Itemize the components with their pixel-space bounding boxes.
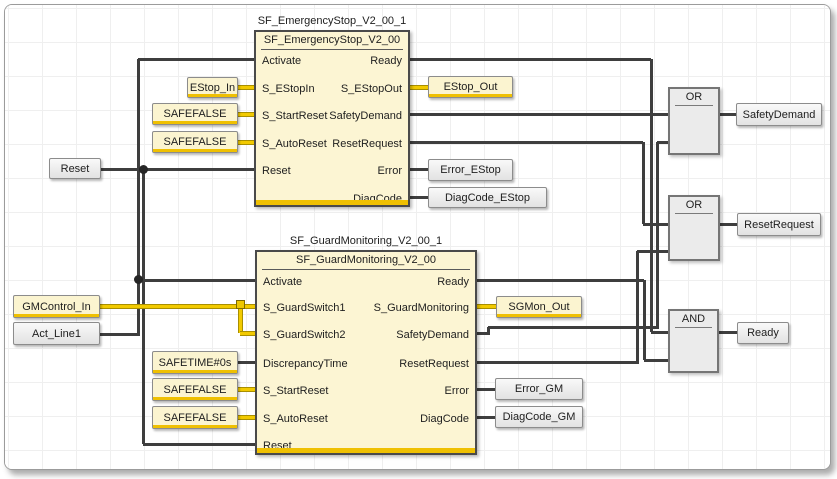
input-pin-activate[interactable]: Activate (263, 275, 302, 289)
logic-block-label: OR (675, 198, 713, 214)
junction-dot-activate (134, 275, 143, 284)
variable-box-sgmon-out[interactable]: SGMon_Out (496, 296, 582, 318)
function-block-guard-monitoring[interactable]: SF_GuardMonitoring_V2_00 Activate S_Guar… (255, 250, 477, 455)
wire-error2-stub (477, 388, 495, 391)
wire-autoreset2-stub (238, 415, 255, 420)
variable-box-estop-in[interactable]: EStop_In (187, 77, 238, 98)
wire-safetydemand1-h (410, 113, 668, 116)
wire-error1-stub (410, 168, 428, 171)
input-pin-activate[interactable]: Activate (262, 54, 301, 68)
editor-frame: SF_EmergencyStop_V2_00_1 SF_EmergencySto… (4, 4, 831, 470)
variable-box-safefalse-1[interactable]: SAFEFALSE (152, 103, 238, 125)
variable-box-safefalse-3[interactable]: SAFEFALSE (152, 378, 238, 401)
input-pin-s-autoreset[interactable]: S_AutoReset (263, 412, 328, 426)
function-block-emergency-stop[interactable]: SF_EmergencyStop_V2_00 Activate S_EStopI… (254, 30, 410, 207)
wire-or1-in2 (657, 141, 668, 144)
wire-resetrequest2-v (636, 251, 639, 364)
block-type-name: SF_GuardMonitoring_V2_00 (262, 253, 470, 270)
wire-reset-h2 (143, 443, 255, 446)
wire-ready2-h (477, 279, 644, 282)
variable-box-diagcode-gm[interactable]: DiagCode_GM (495, 406, 583, 428)
wire-safetydemand2-h2 (488, 326, 658, 329)
logic-block-and[interactable]: AND (668, 309, 719, 373)
wire-diagcode1-stub (410, 196, 428, 199)
output-pin-error[interactable]: Error (378, 164, 402, 178)
wire-activate-bottom (138, 279, 255, 282)
block-type-name: SF_EmergencyStop_V2_00 (261, 33, 403, 50)
input-pin-s-guardswitch2[interactable]: S_GuardSwitch2 (263, 328, 346, 342)
input-pin-discrepancytime[interactable]: DiscrepancyTime (263, 357, 348, 371)
wire-safetydemand2-v2 (656, 142, 659, 329)
logic-block-or-top[interactable]: OR (668, 87, 720, 155)
wire-ready2-v (643, 280, 646, 360)
wire-ready1-v (650, 59, 653, 332)
logic-block-label: AND (675, 312, 712, 328)
input-pin-s-estopin[interactable]: S_EStopIn (262, 82, 315, 96)
input-pin-s-startreset[interactable]: S_StartReset (263, 384, 328, 398)
output-pin-s-guardmonitoring[interactable]: S_GuardMonitoring (374, 301, 469, 315)
variable-box-gmcontrol-in[interactable]: GMControl_In (13, 295, 100, 318)
wire-gmcontrol-v (238, 306, 243, 333)
variable-box-act-line1[interactable]: Act_Line1 (13, 322, 100, 345)
block-instance-name: SF_EmergencyStop_V2_00_1 (254, 15, 410, 27)
safety-gold-bar (257, 448, 475, 453)
wire-gmcontrol-h (100, 304, 255, 309)
output-pin-s-estopout[interactable]: S_EStopOut (341, 82, 402, 96)
output-pin-safetydemand[interactable]: SafetyDemand (396, 328, 469, 342)
wire-and-in1 (651, 331, 668, 334)
output-pin-resetrequest[interactable]: ResetRequest (332, 137, 402, 151)
input-pin-s-guardswitch1[interactable]: S_GuardSwitch1 (263, 301, 346, 315)
variable-box-resetrequest[interactable]: ResetRequest (737, 213, 821, 236)
variable-box-safefalse-2[interactable]: SAFEFALSE (152, 131, 238, 153)
variable-box-ready[interactable]: Ready (737, 322, 789, 344)
input-pin-reset[interactable]: Reset (262, 164, 291, 178)
logic-block-label: OR (675, 90, 713, 106)
output-pin-ready[interactable]: Ready (370, 54, 402, 68)
input-pin-s-autoreset[interactable]: S_AutoReset (262, 137, 327, 151)
wire-resetrequest1-v (642, 142, 645, 224)
output-pin-safetydemand[interactable]: SafetyDemand (329, 109, 402, 123)
fbd-canvas: SF_EmergencyStop_V2_00_1 SF_EmergencySto… (5, 5, 830, 469)
input-pin-s-startreset[interactable]: S_StartReset (262, 109, 327, 123)
wire-actline-h (100, 333, 138, 336)
wire-and-in2 (644, 359, 668, 362)
wire-startreset2-stub (238, 387, 255, 392)
output-pin-diagcode[interactable]: DiagCode (420, 412, 469, 426)
wire-diagcode2-stub (477, 416, 495, 419)
wire-autoreset1-stub (238, 140, 254, 145)
wire-safetime-stub (238, 361, 255, 364)
safety-gold-bar (256, 200, 408, 205)
variable-box-reset[interactable]: Reset (49, 158, 101, 179)
variable-box-error-gm[interactable]: Error_GM (495, 378, 583, 400)
wire-estopin-stub (238, 85, 254, 90)
wire-sgmon-stub (477, 304, 496, 309)
wire-startreset1-stub (238, 112, 254, 117)
variable-box-safetime-0s[interactable]: SAFETIME#0s (152, 351, 238, 374)
output-pin-error[interactable]: Error (445, 384, 469, 398)
variable-box-safetydemand[interactable]: SafetyDemand (736, 103, 822, 126)
wire-or2-in2 (637, 250, 668, 253)
block-instance-name: SF_GuardMonitoring_V2_00_1 (255, 235, 477, 247)
variable-box-diagcode-estop[interactable]: DiagCode_EStop (428, 187, 547, 208)
output-pin-resetrequest[interactable]: ResetRequest (399, 357, 469, 371)
wire-activate-v (137, 59, 140, 336)
wire-reset-h (101, 168, 254, 171)
wire-ready1-h (410, 58, 651, 61)
output-pin-ready[interactable]: Ready (437, 275, 469, 289)
variable-box-error-estop[interactable]: Error_EStop (428, 159, 513, 181)
variable-box-estop-out[interactable]: EStop_Out (428, 76, 513, 98)
logic-block-or-middle[interactable]: OR (668, 195, 720, 261)
junction-dot-reset (139, 165, 148, 174)
wire-estopout-stub (410, 85, 428, 90)
variable-box-safefalse-4[interactable]: SAFEFALSE (152, 406, 238, 429)
junction-dot-guardswitch (236, 300, 245, 309)
wire-guardswitch2-h (240, 331, 255, 336)
wire-activate-top (138, 58, 254, 61)
wire-resetrequest1-h (410, 141, 643, 144)
wire-or1-out (720, 113, 736, 116)
wire-resetrequest2-h (477, 361, 637, 364)
